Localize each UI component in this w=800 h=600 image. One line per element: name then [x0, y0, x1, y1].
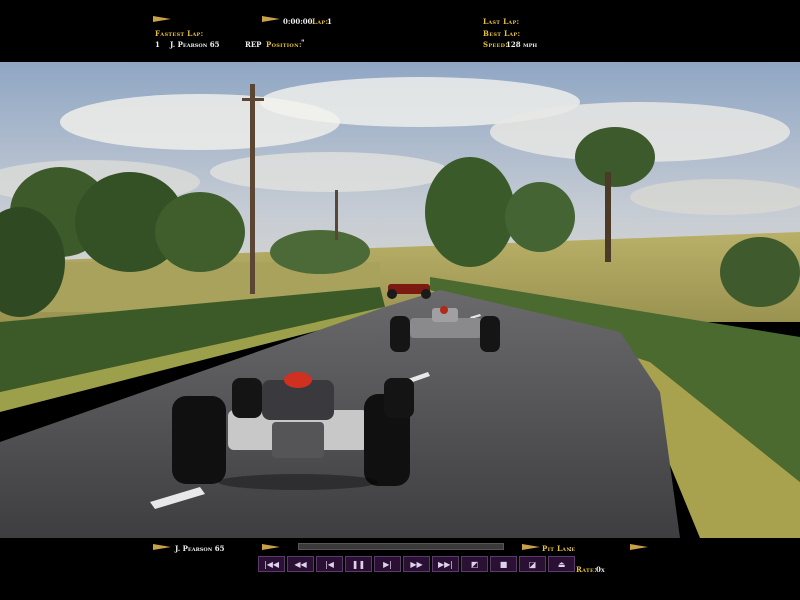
step-forward-button[interactable]: ▶| [374, 556, 401, 572]
pennant-icon [153, 16, 171, 22]
prev-driver-icon[interactable] [262, 544, 280, 550]
position-label: Position: [266, 40, 302, 49]
pennant-icon [522, 544, 540, 550]
camera-button[interactable]: ◩ [461, 556, 488, 572]
eject-button[interactable]: ⏏ [548, 556, 575, 572]
lap-label: Lap: [312, 17, 329, 26]
top-hud: Fastest Lap: 1 J. Pearson 65 0:00:00 Lap… [0, 0, 800, 62]
last-lap-label: Last Lap: [483, 17, 520, 26]
pause-button[interactable]: ❚❚ [345, 556, 372, 572]
lap-value: 1 [327, 17, 332, 26]
fast-rewind-button[interactable]: ◀◀ [287, 556, 314, 572]
record-button[interactable]: ◪ [519, 556, 546, 572]
fastest-lap-position: 1 [155, 40, 160, 49]
pennant-icon [153, 544, 171, 550]
rate-label: Rate: [576, 565, 598, 574]
race-track-view [0, 62, 800, 538]
race-scene [0, 62, 800, 538]
best-lap-label: Best Lap: [483, 29, 521, 38]
stop-button[interactable]: ■ [490, 556, 517, 572]
replay-controls: |◀◀ ◀◀ |◀ ❚❚ ▶| ▶▶ ▶▶| ◩ ■ ◪ ⏏ [258, 556, 575, 572]
skip-start-button[interactable]: |◀◀ [258, 556, 285, 572]
step-back-button[interactable]: |◀ [316, 556, 343, 572]
position-value: " [301, 38, 305, 47]
replay-progress-bar[interactable] [298, 543, 504, 550]
fastest-lap-label: Fastest Lap: [155, 29, 204, 38]
play-button[interactable]: ▶▶ [403, 556, 430, 572]
replay-driver-name: J. Pearson 65 [175, 544, 225, 553]
next-driver-icon[interactable] [630, 544, 648, 550]
speed-value: 128 mph [506, 40, 538, 49]
pennant-icon [262, 16, 280, 22]
rep-label: REP [245, 40, 262, 49]
fast-forward-button[interactable]: ▶▶| [432, 556, 459, 572]
lap-time: 0:00:00 [283, 17, 313, 26]
pit-lane-value: : [569, 544, 572, 553]
rate-value: 0x [596, 565, 605, 574]
fastest-lap-driver: J. Pearson 65 [170, 40, 220, 49]
speed-label: Speed: [483, 40, 509, 49]
